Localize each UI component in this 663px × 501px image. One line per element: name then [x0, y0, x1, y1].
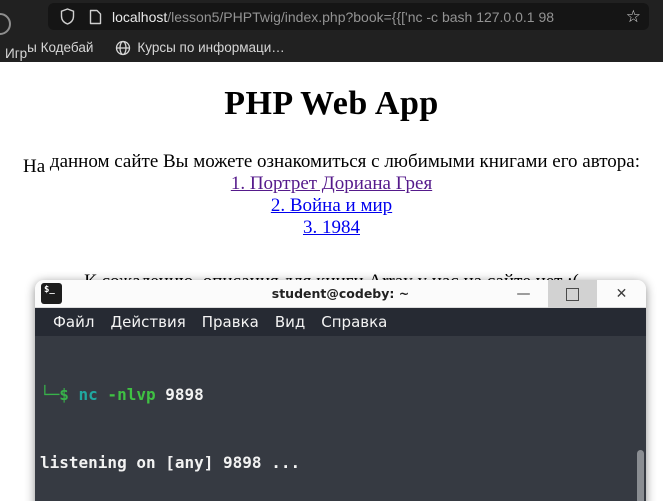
bookmark-label-prefix: Игр [5, 46, 28, 61]
browser-toolbar: localhost/lesson5/PHPTwig/index.php?book… [0, 0, 663, 62]
terminal-scrollbar-thumb[interactable] [637, 450, 644, 501]
close-button[interactable]: ✕ [597, 280, 646, 308]
page-info-icon[interactable] [84, 6, 106, 28]
menu-view[interactable]: Вид [267, 313, 313, 331]
bookmark-label: Курсы по информаци… [137, 40, 285, 55]
clipped-toolbar-icon [0, 13, 11, 35]
bookmark-star-icon[interactable]: ☆ [626, 8, 641, 25]
terminal-command-line: └─$ nc -nlvp 9898 [40, 385, 204, 404]
terminal-menubar: Файл Действия Правка Вид Справка [35, 308, 646, 336]
window-controls: — ✕ [499, 280, 646, 308]
terminal-window: $_ student@codeby: ~ — ✕ Файл Действия П… [35, 280, 646, 501]
book-link-3[interactable]: 3. 1984 [0, 217, 663, 239]
address-bar[interactable]: localhost/lesson5/PHPTwig/index.php?book… [48, 3, 649, 30]
bookmark-item-kursy[interactable]: Курсы по информаци… [93, 40, 285, 56]
bookmarks-bar: Игр ы Кодебай Курсы по информаци… [0, 33, 663, 62]
book-link-1[interactable]: 1. Портрет Дориана Грея [0, 173, 663, 195]
terminal-line: listening on [any] 9898 ... [40, 452, 301, 472]
url-path: /lesson5/PHPTwig/index.php?book={{['nc -… [167, 8, 555, 25]
maximize-button[interactable] [548, 280, 597, 308]
minimize-button[interactable]: — [499, 280, 548, 308]
menu-actions[interactable]: Действия [102, 313, 193, 331]
terminal-output[interactable]: └─$ nc -nlvp 9898 listening on [any] 989… [35, 336, 646, 501]
shield-icon[interactable] [56, 6, 78, 28]
url-input[interactable]: localhost/lesson5/PHPTwig/index.php?book… [112, 9, 620, 25]
url-host: localhost [112, 8, 168, 25]
page-title: PHP Web App [224, 85, 439, 122]
globe-icon [115, 40, 131, 56]
menu-edit[interactable]: Правка [194, 313, 267, 331]
bookmark-label: ы Кодебай [27, 40, 94, 55]
terminal-titlebar[interactable]: $_ student@codeby: ~ — ✕ [35, 280, 646, 308]
bookmark-item-igry-kodebay[interactable]: Игр ы Кодебай [5, 40, 94, 61]
menu-file[interactable]: Файл [45, 313, 102, 331]
book-link-2[interactable]: 2. Война и мир [0, 195, 663, 217]
menu-help[interactable]: Справка [313, 313, 395, 331]
intro-block: На данном сайте Вы можете ознакомиться с… [0, 151, 663, 239]
maximize-icon [566, 287, 579, 301]
